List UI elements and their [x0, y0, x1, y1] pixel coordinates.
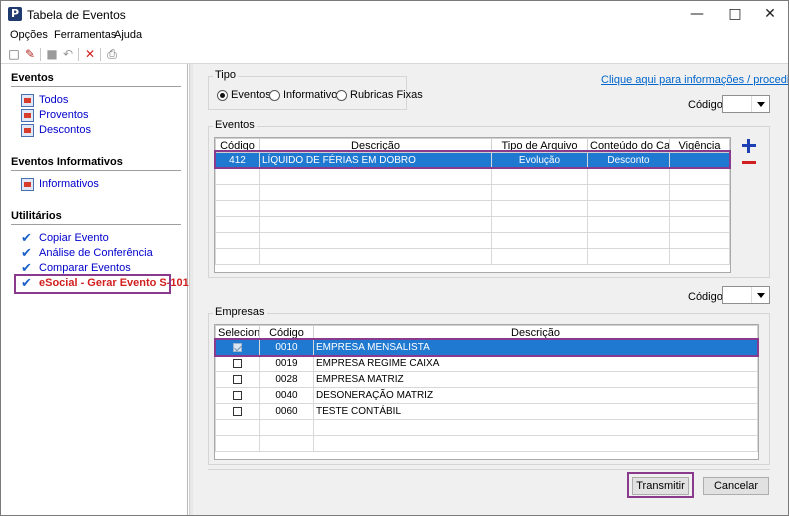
sidebar-item-label: Comparar Eventos: [39, 262, 131, 274]
sidebar-item-label: Análise de Conferência: [39, 247, 153, 259]
table-row[interactable]: [215, 232, 730, 249]
toolbar: □ ✎ ■ ↶ ✕ ⎙: [1, 45, 788, 64]
cell-descricao: DESONERAÇÃO MATRIZ: [313, 387, 758, 404]
codigo-combo-top[interactable]: [722, 95, 770, 113]
print-icon[interactable]: ⎙: [105, 47, 119, 61]
cell-descricao: EMPRESA MATRIZ: [313, 371, 758, 388]
table-row[interactable]: [215, 200, 730, 217]
sidebar-item-label: Proventos: [39, 109, 89, 121]
cell-descricao: EMPRESA REGIME CAIXA: [313, 355, 758, 372]
cell-codigo: 0040: [259, 387, 314, 404]
sidebar-item-label: Todos: [39, 94, 69, 106]
eventos-group-label: Eventos: [213, 119, 257, 131]
sidebar-divider: [11, 170, 181, 171]
sidebar-divider: [11, 224, 181, 225]
checkbox[interactable]: [233, 374, 242, 384]
app-logo-icon: P: [8, 7, 22, 21]
document-icon: [21, 178, 34, 191]
cell-codigo: 0019: [259, 355, 314, 372]
toolbar-separator: [78, 48, 79, 61]
edit-pencil-icon[interactable]: ✎: [23, 47, 37, 61]
radio-label: Informativos: [283, 89, 343, 101]
main-content: Tipo Eventos Informativos Rubricas Fixas…: [193, 64, 788, 515]
close-icon[interactable]: ✕: [753, 1, 787, 27]
save-icon[interactable]: ■: [45, 47, 59, 61]
highlight-frame: [14, 274, 171, 294]
sidebar-section-eventos: Eventos: [11, 72, 54, 84]
title-bar: P Tabela de Eventos — □ ✕: [1, 1, 788, 27]
menu-opcoes-label: Opções: [10, 29, 48, 41]
codigo-label-top: Código:: [688, 99, 726, 111]
undo-icon[interactable]: ↶: [61, 47, 75, 61]
check-icon: ✔: [21, 246, 32, 261]
menu-ferramentas-label: Ferramentas: [54, 29, 117, 41]
toolbar-separator: [40, 48, 41, 61]
sidebar-item-label: Descontos: [39, 124, 91, 136]
cell-descricao: TESTE CONTÁBIL: [313, 403, 758, 420]
table-row[interactable]: 0028 EMPRESA MATRIZ: [215, 371, 758, 388]
info-procedures-link[interactable]: Clique aqui para informações / procedime…: [601, 74, 788, 86]
radio-dot: [336, 90, 347, 101]
cell-select: [215, 355, 260, 372]
maximize-icon[interactable]: □: [718, 1, 752, 27]
sidebar-section-eventos-informativos: Eventos Informativos: [11, 156, 123, 168]
tipo-group: Tipo Eventos Informativos Rubricas Fixas: [208, 69, 423, 110]
radio-dot: [269, 90, 280, 101]
menu-ferramentas[interactable]: Ferramentas: [54, 29, 116, 41]
sidebar-section-utilitarios: Utilitários: [11, 210, 62, 222]
remove-icon[interactable]: [742, 161, 756, 164]
document-icon: [21, 94, 34, 107]
chevron-down-icon[interactable]: [751, 287, 769, 303]
menu-opcoes[interactable]: Opções: [10, 29, 48, 41]
check-icon: ✔: [21, 231, 32, 246]
document-icon: [21, 109, 34, 122]
cell-select: [215, 403, 260, 420]
table-row[interactable]: [215, 435, 758, 452]
menu-ajuda-label: Ajuda: [114, 29, 143, 41]
radio-label: Rubricas Fixas: [350, 89, 423, 101]
cell-select: [215, 371, 260, 388]
delete-icon[interactable]: ✕: [83, 47, 97, 61]
checkbox[interactable]: [233, 406, 242, 416]
new-document-icon[interactable]: □: [7, 47, 21, 61]
sidebar-item-label: Copiar Evento: [39, 232, 109, 244]
table-row[interactable]: 0019 EMPRESA REGIME CAIXA: [215, 355, 758, 372]
highlight-frame: [214, 150, 731, 169]
highlight-frame: [627, 472, 694, 498]
menu-ajuda[interactable]: Ajuda: [114, 29, 142, 41]
highlight-frame: [214, 338, 759, 357]
codigo-label-bottom: Código:: [688, 291, 726, 303]
cell-codigo: 0060: [259, 403, 314, 420]
window-title: Tabela de Eventos: [27, 8, 126, 22]
table-row[interactable]: [215, 216, 730, 233]
codigo-combo-bottom[interactable]: [722, 286, 770, 304]
add-icon[interactable]: [742, 139, 756, 153]
table-row[interactable]: 0060 TESTE CONTÁBIL: [215, 403, 758, 420]
checkbox[interactable]: [233, 358, 242, 368]
cell-codigo: 0028: [259, 371, 314, 388]
cancelar-button[interactable]: Cancelar: [703, 477, 769, 495]
main-window: P Tabela de Eventos — □ ✕ Opções Ferrame…: [0, 0, 789, 516]
table-row[interactable]: [215, 168, 730, 185]
checkbox[interactable]: [233, 390, 242, 400]
sidebar: Eventos Todos Proventos Descontos Evento…: [1, 64, 195, 515]
radio-label: Eventos: [231, 89, 271, 101]
sidebar-divider: [11, 86, 181, 87]
table-row[interactable]: [215, 419, 758, 436]
radio-dot: [217, 90, 228, 101]
sidebar-item-label: Informativos: [39, 178, 99, 190]
chevron-down-icon[interactable]: [751, 96, 769, 112]
table-row[interactable]: 0040 DESONERAÇÃO MATRIZ: [215, 387, 758, 404]
tipo-group-label: Tipo: [213, 69, 238, 81]
table-row[interactable]: [215, 248, 730, 265]
document-icon: [21, 124, 34, 137]
toolbar-separator: [100, 48, 101, 61]
table-row[interactable]: [215, 184, 730, 201]
cell-select: [215, 387, 260, 404]
minimize-icon[interactable]: —: [680, 1, 714, 27]
empresas-group-label: Empresas: [213, 306, 267, 318]
menu-bar: Opções Ferramentas Ajuda: [1, 27, 788, 45]
footer-divider: [208, 469, 770, 470]
